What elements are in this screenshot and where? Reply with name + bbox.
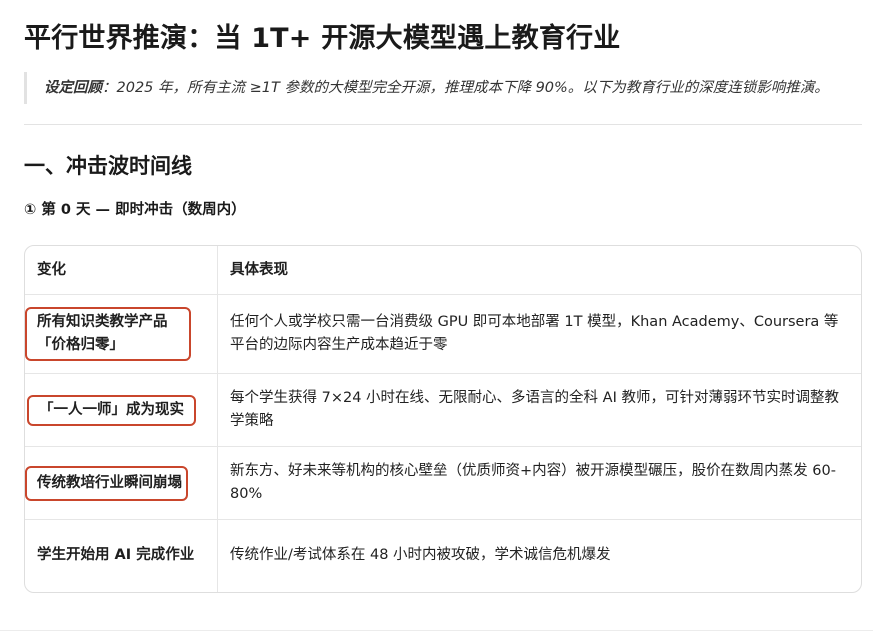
- table-row: 所有知识类教学产品「价格归零」 任何个人或学校只需一台消费级 GPU 即可本地部…: [25, 294, 861, 374]
- change-cell: 学生开始用 AI 完成作业: [25, 519, 218, 592]
- section-subheading: ① 第 0 天 — 即时冲击（数周内）: [24, 202, 246, 218]
- change-cell: 传统教培行业瞬间崩塌: [25, 446, 218, 520]
- highlight-box: 所有知识类教学产品「价格归零」: [25, 307, 191, 361]
- detail-cell: 新东方、好未来等机构的核心壁垒（优质师资+内容）被开源模型碾压，股价在数周内蒸发…: [217, 446, 861, 520]
- detail-cell: 每个学生获得 7×24 小时在线、无限耐心、多语言的全科 AI 教师，可针对薄弱…: [217, 373, 861, 447]
- impact-table-container: 变化 具体表现 所有知识类教学产品「价格归零」 任何个人或学校只需一台消费级 G…: [24, 245, 862, 593]
- setting-recap-quote: 设定回顾：2025 年，所有主流 ≥1T 参数的大模型完全开源，推理成本下降 9…: [24, 72, 861, 104]
- highlight-box: 「一人一师」成为现实: [27, 394, 196, 426]
- impact-table: 变化 具体表现 所有知识类教学产品「价格归零」 任何个人或学校只需一台消费级 G…: [25, 246, 861, 592]
- change-cell: 「一人一师」成为现实: [25, 373, 218, 447]
- table-row: 「一人一师」成为现实 每个学生获得 7×24 小时在线、无限耐心、多语言的全科 …: [25, 373, 861, 447]
- document-page: 平行世界推演：当 1T+ 开源大模型遇上教育行业 设定回顾：2025 年，所有主…: [0, 0, 873, 643]
- column-header-change: 变化: [25, 246, 218, 295]
- column-header-detail: 具体表现: [217, 246, 861, 295]
- quote-text: ：2025 年，所有主流 ≥1T 参数的大模型完全开源，推理成本下降 90%。以…: [102, 80, 829, 96]
- detail-cell: 传统作业/考试体系在 48 小时内被攻破，学术诚信危机爆发: [230, 547, 611, 564]
- highlight-box: 传统教培行业瞬间崩塌: [25, 465, 188, 501]
- section-heading: 一、冲击波时间线: [24, 154, 192, 178]
- change-cell: 所有知识类教学产品「价格归零」: [25, 294, 218, 374]
- table-header-row: 变化 具体表现: [25, 246, 861, 295]
- quote-label: 设定回顾: [44, 80, 102, 96]
- table-row: 学生开始用 AI 完成作业 传统作业/考试体系在 48 小时内被攻破，学术诚信危…: [25, 519, 861, 592]
- bottom-divider: [0, 630, 873, 631]
- detail-cell: 任何个人或学校只需一台消费级 GPU 即可本地部署 1T 模型，Khan Aca…: [217, 294, 861, 374]
- table-row: 传统教培行业瞬间崩塌 新东方、好未来等机构的核心壁垒（优质师资+内容）被开源模型…: [25, 446, 861, 520]
- page-title: 平行世界推演：当 1T+ 开源大模型遇上教育行业: [24, 23, 621, 54]
